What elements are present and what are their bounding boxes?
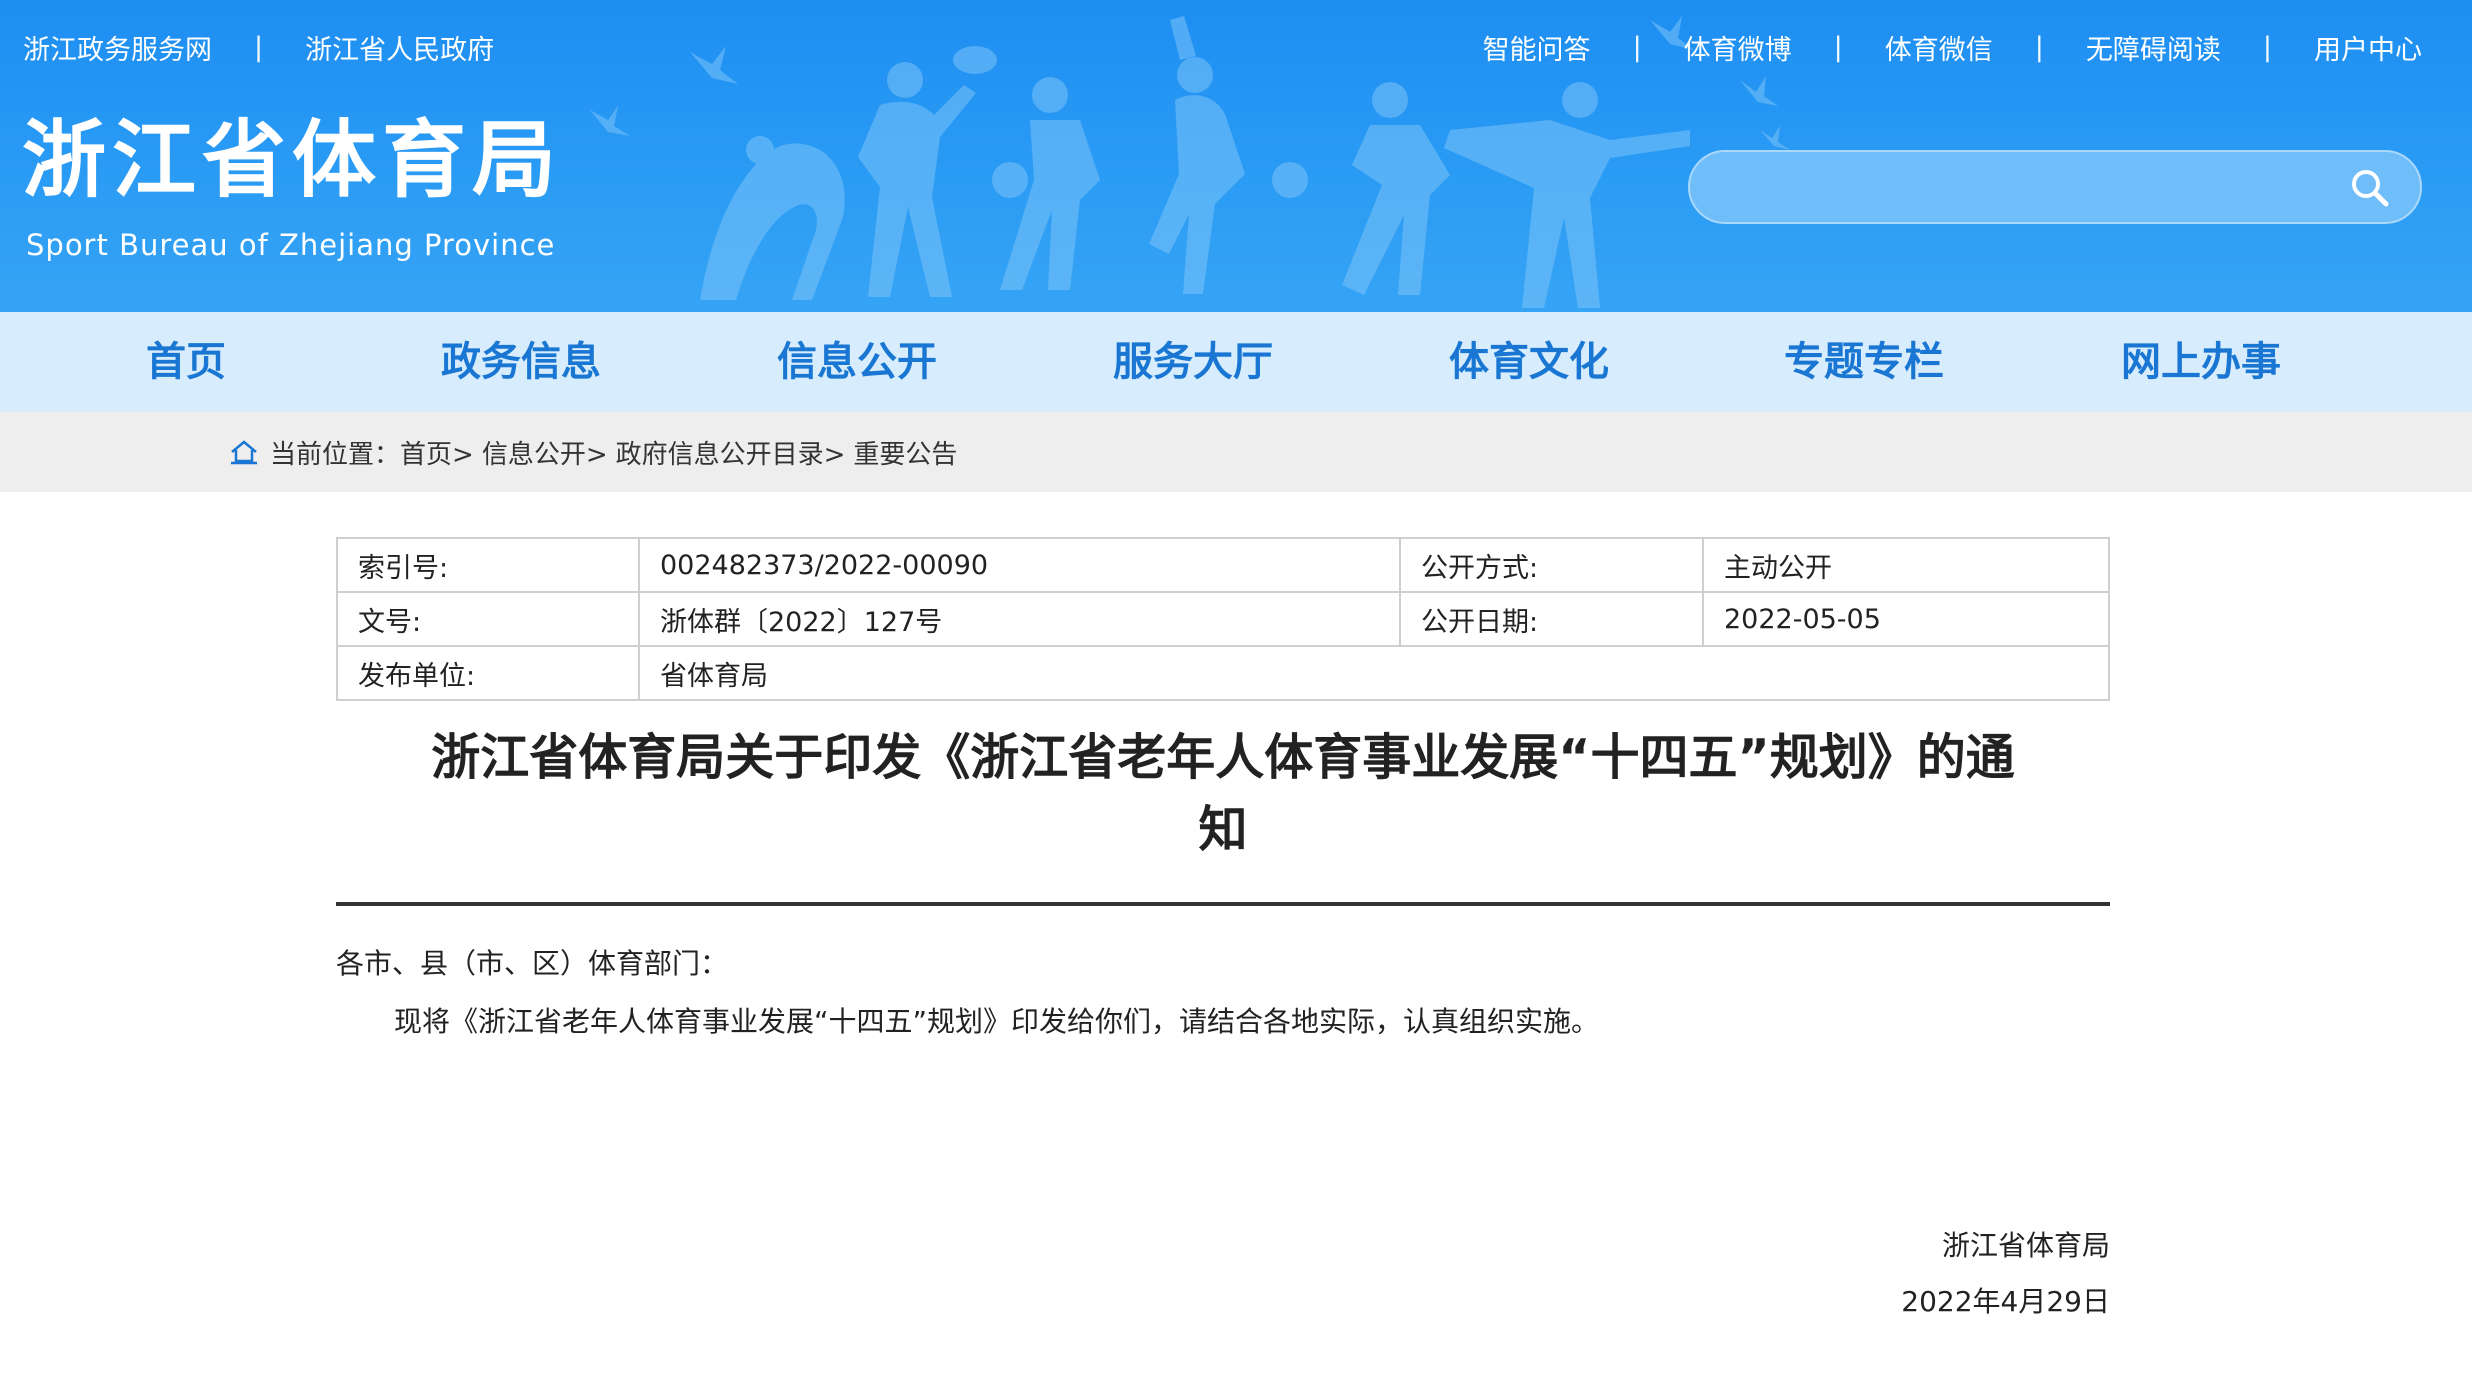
search-input[interactable] (1720, 152, 2320, 222)
unit-value: 省体育局 (638, 645, 2110, 701)
zjzwfw-link[interactable]: 浙江政务服务网 (23, 28, 212, 67)
table-row: 文号: 浙体群〔2022〕127号 公开日期: 2022-05-05 (336, 591, 2110, 647)
breadcrumb-info-disclosure[interactable]: 信息公开> (482, 434, 608, 471)
date-value: 2022-05-05 (1702, 591, 2110, 647)
accessibility-link[interactable]: 无障碍阅读 (2086, 28, 2221, 67)
index-value: 002482373/2022-00090 (638, 537, 1401, 593)
article-title-line1: 浙江省体育局关于印发《浙江省老年人体育事业发展“十四五”规划》的通 (431, 729, 2015, 786)
table-row: 索引号: 002482373/2022-00090 公开方式: 主动公开 (336, 537, 2110, 593)
breadcrumb-gov-catalog[interactable]: 政府信息公开目录> (616, 434, 846, 471)
breadcrumb-bar: 当前位置： 首页> 信息公开> 政府信息公开目录> 重要公告 (0, 412, 2472, 492)
table-row: 发布单位: 省体育局 (336, 645, 2110, 701)
breadcrumb: 当前位置： 首页> 信息公开> 政府信息公开目录> 重要公告 (230, 412, 957, 492)
document-meta-table: 索引号: 002482373/2022-00090 公开方式: 主动公开 文号:… (336, 537, 2110, 701)
article-body: 现将《浙江省老年人体育事业发展“十四五”规划》印发给你们，请结合各地实际，认真组… (394, 1005, 1600, 1038)
doc-number-value: 浙体群〔2022〕127号 (638, 591, 1401, 647)
wechat-link[interactable]: 体育微信 (1885, 28, 1993, 67)
breadcrumb-label: 当前位置： (270, 439, 401, 470)
main-nav: 首页 政务信息 信息公开 服务大厅 体育文化 专题专栏 网上办事 (0, 312, 2472, 412)
search-box (1688, 150, 2422, 224)
nav-home[interactable]: 首页 (146, 312, 226, 412)
nav-special-topics[interactable]: 专题专栏 (1784, 312, 1944, 412)
site-logo-cn[interactable]: 浙江省体育局 (22, 118, 562, 202)
article-title-line2: 知 (1198, 801, 1248, 858)
separator: | (2262, 32, 2272, 63)
top-left-links: 浙江政务服务网 | 浙江省人民政府 (23, 28, 494, 67)
weibo-link[interactable]: 体育微博 (1684, 28, 1792, 67)
separator: | (1833, 32, 1843, 63)
index-label: 索引号: (336, 537, 640, 593)
home-icon (231, 440, 257, 465)
separator: | (254, 32, 264, 63)
breadcrumb-home[interactable]: 首页> (400, 434, 474, 471)
doc-number-label: 文号: (336, 591, 640, 647)
nav-info-disclosure[interactable]: 信息公开 (777, 312, 937, 412)
title-divider (336, 902, 2110, 906)
nav-service-hall[interactable]: 服务大厅 (1113, 312, 1273, 412)
separator: | (2034, 32, 2044, 63)
top-right-links: 智能问答 | 体育微博 | 体育微信 | 无障碍阅读 | 用户中心 (1483, 28, 2422, 67)
date-label: 公开日期: (1399, 591, 1704, 647)
article-salutation: 各市、县（市、区）体育部门： (336, 947, 729, 980)
separator: | (1632, 32, 1642, 63)
method-value: 主动公开 (1702, 537, 2110, 593)
nav-gov-info[interactable]: 政务信息 (441, 312, 601, 412)
article-signature: 浙江省体育局 (1941, 1229, 2110, 1262)
search-icon[interactable] (2348, 166, 2392, 210)
site-header: 浙江政务服务网 | 浙江省人民政府 智能问答 | 体育微博 | 体育微信 | 无… (0, 0, 2472, 312)
article-title: 浙江省体育局关于印发《浙江省老年人体育事业发展“十四五”规划》的通 知 (336, 722, 2110, 866)
unit-label: 发布单位: (336, 645, 640, 701)
smart-qa-link[interactable]: 智能问答 (1483, 28, 1591, 67)
site-logo-en: Sport Bureau of Zhejiang Province (26, 228, 556, 262)
user-center-link[interactable]: 用户中心 (2314, 28, 2422, 67)
article-date: 2022年4月29日 (1901, 1285, 2110, 1318)
method-label: 公开方式: (1399, 537, 1704, 593)
zj-gov-link[interactable]: 浙江省人民政府 (305, 28, 494, 67)
nav-sports-culture[interactable]: 体育文化 (1449, 312, 1609, 412)
nav-online-services[interactable]: 网上办事 (2121, 312, 2281, 412)
breadcrumb-notices[interactable]: 重要公告 (853, 434, 957, 471)
